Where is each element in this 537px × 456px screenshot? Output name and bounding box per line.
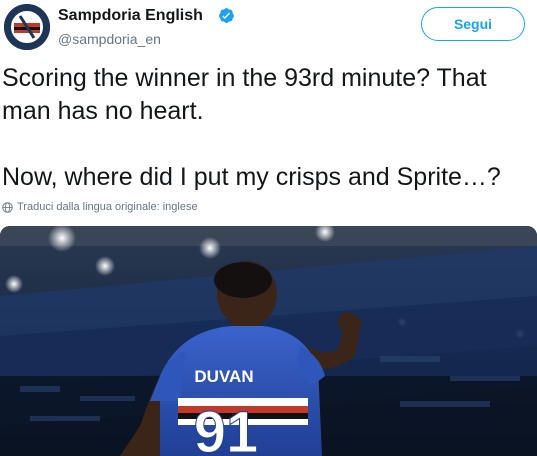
avatar[interactable]: [4, 4, 50, 50]
tweet-line: man has no heart.: [2, 97, 204, 125]
translate-link[interactable]: Traduci dalla lingua originale: inglese: [2, 201, 198, 213]
tweet-media-photo[interactable]: DUVAN 91: [0, 226, 537, 456]
jersey-name: DUVAN: [194, 367, 253, 386]
verified-badge-icon: [219, 8, 234, 23]
follow-button[interactable]: Segui: [421, 7, 525, 41]
tweet-text: Scoring the winner in the 93rd minute? T…: [2, 62, 537, 194]
display-name[interactable]: Sampdoria English: [58, 7, 203, 25]
globe-icon: [2, 201, 13, 213]
tweet-line: Now, where did I put my crisps and Sprit…: [2, 163, 501, 191]
jersey-number: 91: [194, 400, 259, 456]
player-celebration-photo: DUVAN 91: [0, 226, 537, 456]
sampdoria-crest-icon: [4, 4, 50, 50]
account-handle[interactable]: @sampdoria_en: [58, 31, 161, 47]
translate-label: Traduci dalla lingua originale: inglese: [17, 201, 198, 213]
tweet-line: Scoring the winner in the 93rd minute? T…: [2, 64, 487, 92]
